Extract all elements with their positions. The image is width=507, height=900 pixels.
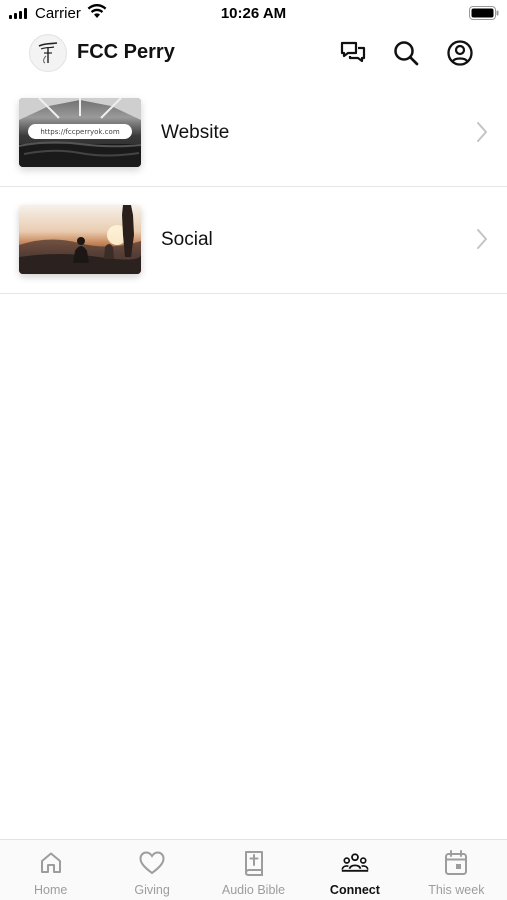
tab-label: Giving (134, 883, 170, 897)
sunset-people-image (19, 205, 141, 274)
people-icon (341, 853, 369, 872)
website-thumbnail: https://fccperryok.com (19, 98, 141, 167)
logo-icon (38, 42, 58, 64)
tab-label: Home (34, 883, 68, 897)
tab-home[interactable]: Home (0, 840, 101, 900)
chevron-right-icon (477, 122, 487, 142)
social-thumbnail (19, 205, 141, 274)
status-bar: Carrier 10:26 AM (0, 0, 507, 28)
app-header: FCC Perry (0, 30, 507, 76)
battery-icon (469, 6, 499, 20)
chat-icon (340, 41, 366, 63)
list-item-label: Social (161, 229, 213, 250)
profile-button[interactable] (445, 38, 475, 68)
calendar-icon (445, 850, 468, 875)
tab-giving[interactable]: Giving (101, 840, 202, 900)
website-url-pill: https://fccperryok.com (28, 124, 132, 139)
tab-label: This week (428, 883, 485, 897)
church-logo (29, 34, 67, 72)
tab-bar: Home Giving Audio Bible Connect This wee… (0, 839, 507, 900)
profile-icon (447, 40, 473, 66)
list-item-website[interactable]: https://fccperryok.com Website (0, 80, 507, 187)
list-item-label: Website (161, 122, 230, 143)
chevron-right-icon (477, 229, 487, 249)
tab-connect[interactable]: Connect (304, 840, 405, 900)
tab-label: Connect (329, 883, 380, 897)
search-icon (394, 41, 419, 66)
tab-label: Audio Bible (221, 883, 286, 897)
tab-audio-bible[interactable]: Audio Bible (203, 840, 304, 900)
list-item-social[interactable]: Social (0, 187, 507, 294)
status-time: 10:26 AM (220, 5, 287, 22)
app-title: FCC Perry (77, 41, 175, 63)
home-icon (40, 852, 61, 873)
tab-this-week[interactable]: This week (406, 840, 507, 900)
heart-icon (139, 851, 165, 875)
chat-button[interactable] (338, 38, 368, 68)
bible-icon (244, 851, 263, 876)
search-button[interactable] (391, 38, 421, 68)
connect-list: https://fccperryok.com Website Social (0, 80, 507, 294)
